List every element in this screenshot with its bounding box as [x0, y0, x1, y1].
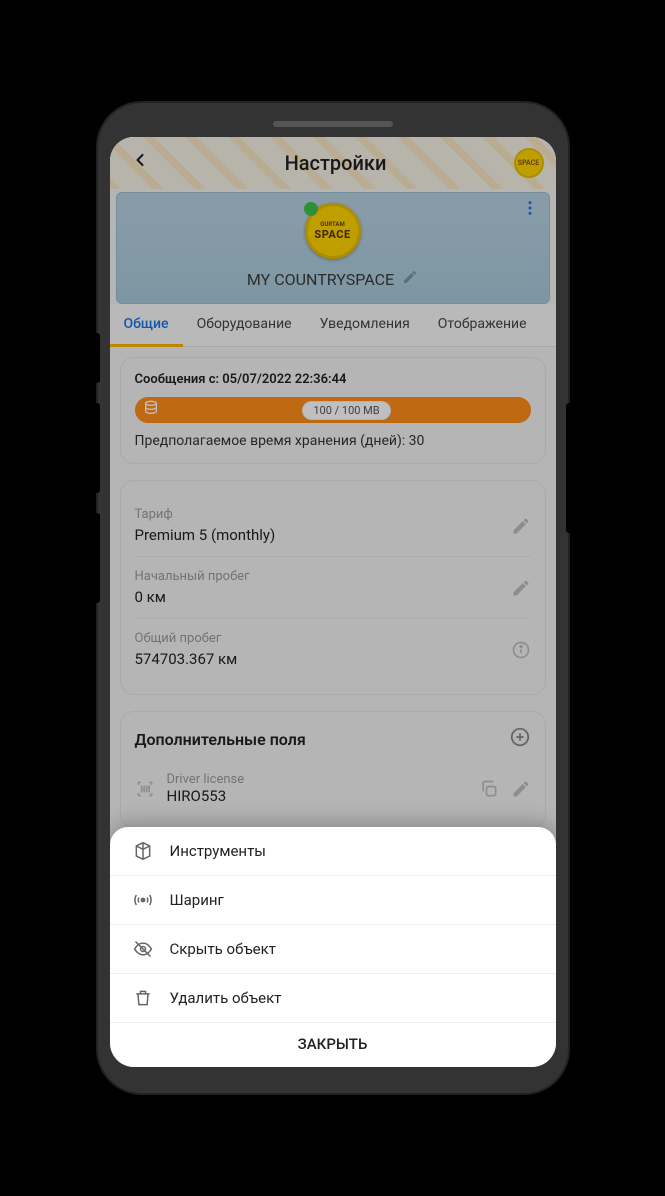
- brand-badge-small[interactable]: SPACE: [514, 148, 544, 178]
- pencil-icon: [511, 578, 531, 598]
- brand-small-text: GURTAM: [320, 221, 344, 228]
- tariff-label: Тариф: [135, 507, 276, 522]
- barcode-icon: [135, 779, 155, 799]
- brand-logo: GURTAM SPACE: [305, 203, 361, 259]
- total-mileage-row: Общий пробег 574703.367 км: [135, 619, 531, 680]
- sheet-item-label: Инструменты: [170, 842, 266, 860]
- storage-usage-value: 100 / 100 MB: [302, 401, 390, 420]
- retention-label: Предполагаемое время хранения (дней): 30: [135, 433, 531, 449]
- hw-button: [94, 333, 100, 383]
- custom-fields-title: Дополнительные поля: [135, 730, 306, 749]
- info-icon: [511, 640, 531, 660]
- total-mileage-label: Общий пробег: [135, 631, 238, 646]
- eye-off-icon: [132, 939, 154, 959]
- sheet-item-label: Скрыть объект: [170, 940, 276, 958]
- content-area: Сообщения с: 05/07/2022 22:36:44 100 / 1…: [110, 347, 556, 854]
- pencil-icon: [511, 516, 531, 536]
- edit-initial-mileage-button[interactable]: [511, 578, 531, 598]
- tab-equipment[interactable]: Оборудование: [183, 304, 306, 346]
- total-mileage-value: 574703.367 км: [135, 650, 238, 668]
- action-sheet: Инструменты Шаринг Скрыть объект Удалить…: [110, 827, 556, 1067]
- storage-card: Сообщения с: 05/07/2022 22:36:44 100 / 1…: [120, 357, 546, 464]
- pencil-icon: [511, 779, 531, 799]
- initial-mileage-row[interactable]: Начальный пробег 0 км: [135, 557, 531, 619]
- workspace-card: GURTAM SPACE MY COUNTRYSPACE: [116, 192, 550, 304]
- initial-mileage-label: Начальный пробег: [135, 569, 250, 584]
- sheet-item-label: Удалить объект: [170, 989, 282, 1007]
- custom-field-value: HIRO553: [167, 787, 467, 805]
- tab-notifications[interactable]: Уведомления: [306, 304, 424, 346]
- phone-frame: Настройки SPACE GURTAM SPACE MY COUNTRYS…: [98, 103, 568, 1093]
- copy-custom-field-button[interactable]: [479, 779, 499, 799]
- custom-field-label: Driver license: [167, 772, 467, 787]
- custom-field-row[interactable]: Driver license HIRO553: [135, 764, 531, 813]
- pencil-icon: [402, 269, 418, 285]
- brand-badge-text: SPACE: [518, 159, 539, 167]
- plus-circle-icon: [509, 726, 531, 748]
- info-mileage-button[interactable]: [511, 640, 531, 660]
- broadcast-icon: [132, 890, 154, 910]
- trash-icon: [132, 988, 154, 1008]
- tariff-row[interactable]: Тариф Premium 5 (monthly): [135, 495, 531, 557]
- copy-icon: [479, 779, 499, 799]
- add-custom-field-button[interactable]: [509, 726, 531, 752]
- screen: Настройки SPACE GURTAM SPACE MY COUNTRYS…: [110, 137, 556, 1067]
- app-header: Настройки SPACE: [110, 137, 556, 189]
- sheet-item-sharing[interactable]: Шаринг: [110, 876, 556, 925]
- hw-button: [94, 513, 100, 603]
- status-dot-icon: [304, 202, 318, 216]
- hw-button: [566, 403, 572, 533]
- tariff-value: Premium 5 (monthly): [135, 526, 276, 544]
- sheet-close-button[interactable]: ЗАКРЫТЬ: [110, 1023, 556, 1061]
- workspace-name: MY COUNTRYSPACE: [247, 270, 394, 289]
- page-title: Настройки: [158, 151, 514, 175]
- tab-display[interactable]: Отображение: [424, 304, 541, 346]
- tabs-bar: Общие Оборудование Уведомления Отображен…: [110, 304, 556, 347]
- sheet-item-label: Шаринг: [170, 891, 224, 909]
- edit-tariff-button[interactable]: [511, 516, 531, 536]
- sheet-item-delete[interactable]: Удалить объект: [110, 974, 556, 1023]
- hw-button: [94, 403, 100, 493]
- brand-big-text: SPACE: [314, 228, 350, 241]
- phone-speaker: [273, 121, 393, 127]
- custom-fields-card: Дополнительные поля Driver license HIRO5…: [120, 711, 546, 828]
- database-icon: [143, 400, 159, 420]
- storage-usage-bar: 100 / 100 MB: [135, 397, 531, 423]
- tab-general[interactable]: Общие: [110, 304, 183, 347]
- messages-since-label: Сообщения с: 05/07/2022 22:36:44: [135, 372, 531, 387]
- properties-card: Тариф Premium 5 (monthly) Начальный проб…: [120, 480, 546, 695]
- sheet-item-tools[interactable]: Инструменты: [110, 827, 556, 876]
- chevron-left-icon: [130, 150, 150, 170]
- sheet-item-hide[interactable]: Скрыть объект: [110, 925, 556, 974]
- edit-workspace-button[interactable]: [402, 269, 418, 289]
- edit-custom-field-button[interactable]: [511, 779, 531, 799]
- back-button[interactable]: [122, 146, 158, 180]
- initial-mileage-value: 0 км: [135, 588, 250, 606]
- cube-icon: [132, 841, 154, 861]
